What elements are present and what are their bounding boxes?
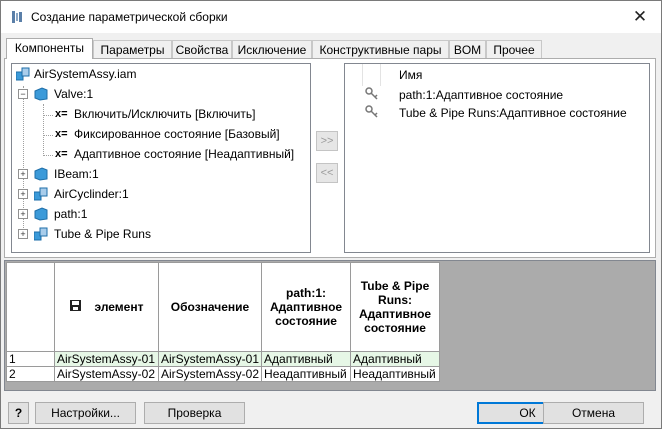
cell-path-adaptive[interactable]: Адаптивный [261,351,352,367]
help-button[interactable]: ? [8,402,29,424]
list-header: Имя [345,64,649,86]
dialog-window: Создание параметрической сборки ✕ Компон… [0,0,662,429]
title-bar: Создание параметрической сборки ✕ [1,1,661,33]
corner-header[interactable] [6,262,55,352]
expand-icon[interactable]: + [18,209,28,219]
tree-item-label: Tube & Pipe Runs [54,227,151,241]
close-button[interactable]: ✕ [629,6,651,28]
cell-path-adaptive[interactable]: Неадаптивный [261,366,352,382]
tab-bom[interactable]: BOM [449,40,486,58]
row-number[interactable]: 1 [6,351,55,367]
cell-tube-adaptive[interactable]: Неадаптивный [350,366,441,382]
components-panel: AirSystemAssy.iam − Valve:1 x= Включить/… [4,58,656,258]
expand-icon[interactable]: + [18,169,28,179]
list-item-label: path:1:Адаптивное состояние [399,88,564,102]
column-header-path-adaptive[interactable]: path:1: Адаптивное состояние [261,262,352,352]
table-header-row: элемент Обозначение path:1: Адаптивное с… [6,262,441,352]
member-table: элемент Обозначение path:1: Адаптивное с… [6,262,441,382]
column-header-designation[interactable]: Обозначение [157,262,263,352]
save-icon [69,300,81,314]
tree-root-label: AirSystemAssy.iam [34,67,137,81]
assembly-icon [33,227,48,247]
member-grid: элемент Обозначение path:1: Адаптивное с… [4,260,656,391]
tab-parameters[interactable]: Параметры [93,40,172,58]
parameter-icon: x= [55,128,68,140]
remove-button[interactable]: << [316,163,338,183]
component-tree[interactable]: AirSystemAssy.iam − Valve:1 x= Включить/… [11,63,311,253]
key-icon [365,105,379,122]
tree-item-label: AirCyclinder:1 [54,187,129,201]
tree-item-tube-pipe[interactable]: + Tube & Pipe Runs [12,224,302,244]
tree-item-label: Фиксированное состояние [Базовый] [74,127,280,141]
tree-item-label: Valve:1 [54,87,94,101]
tree-item-valve[interactable]: − Valve:1 [12,84,302,104]
table-row[interactable]: 2 AirSystemAssy-02 AirSystemAssy-02 Неад… [6,366,441,382]
app-icon [11,10,23,24]
expand-icon[interactable]: + [18,229,28,239]
tree-item-label: IBeam:1 [54,167,99,181]
selected-list[interactable]: Имя path:1:Адаптивное состояние Tube & P… [344,63,650,253]
cell-element[interactable]: AirSystemAssy-02 [54,366,159,382]
tab-components[interactable]: Компоненты [6,38,93,59]
parameter-icon: x= [55,148,68,160]
settings-button[interactable]: Настройки... [35,402,136,424]
add-button[interactable]: >> [316,131,338,151]
row-number[interactable]: 2 [6,366,55,382]
list-item-label: Tube & Pipe Runs:Адаптивное состояние [399,106,627,120]
column-header-element[interactable]: элемент [54,262,159,352]
tree-item-ibeam[interactable]: + IBeam:1 [12,164,302,184]
header-divider [362,64,363,86]
cell-designation[interactable]: AirSystemAssy-01 [157,351,263,367]
parameter-icon: x= [55,108,68,120]
header-divider [380,64,381,86]
list-item[interactable]: Tube & Pipe Runs:Адаптивное состояние [345,104,649,122]
cell-tube-adaptive[interactable]: Адаптивный [350,351,441,367]
tree-item-label: Адаптивное состояние [Неадаптивный] [74,147,295,161]
tree-item-label: path:1 [54,207,88,221]
column-header-tube-adaptive[interactable]: Tube & Pipe Runs: Адаптивное состояние [350,262,441,352]
expand-icon[interactable]: + [18,189,28,199]
tree-item-adaptive-state[interactable]: x= Адаптивное состояние [Неадаптивный] [12,144,310,164]
tab-constraints[interactable]: Конструктивные пары [312,40,449,58]
tab-other[interactable]: Прочее [486,40,542,58]
list-header-name[interactable]: Имя [399,68,422,82]
tree-item-aircylinder[interactable]: + AirCyclinder:1 [12,184,302,204]
check-button[interactable]: Проверка [144,402,245,424]
cell-element[interactable]: AirSystemAssy-01 [54,351,159,367]
tree-item-label: Включить/Исключить [Включить] [74,107,256,121]
key-icon [365,87,379,104]
cancel-button[interactable]: Отмена [543,402,644,424]
tree-item-path[interactable]: + path:1 [12,204,302,224]
list-item[interactable]: path:1:Адаптивное состояние [345,86,649,104]
tab-exclusion[interactable]: Исключение [232,40,312,58]
table-row[interactable]: 1 AirSystemAssy-01 AirSystemAssy-01 Адап… [6,351,441,367]
tree-item-include[interactable]: x= Включить/Исключить [Включить] [12,104,310,124]
tree-item-fixed-state[interactable]: x= Фиксированное состояние [Базовый] [12,124,310,144]
tab-properties[interactable]: Свойства [172,40,232,58]
collapse-icon[interactable]: − [18,89,28,99]
window-title: Создание параметрической сборки [31,10,228,24]
cell-designation[interactable]: AirSystemAssy-02 [157,366,263,382]
